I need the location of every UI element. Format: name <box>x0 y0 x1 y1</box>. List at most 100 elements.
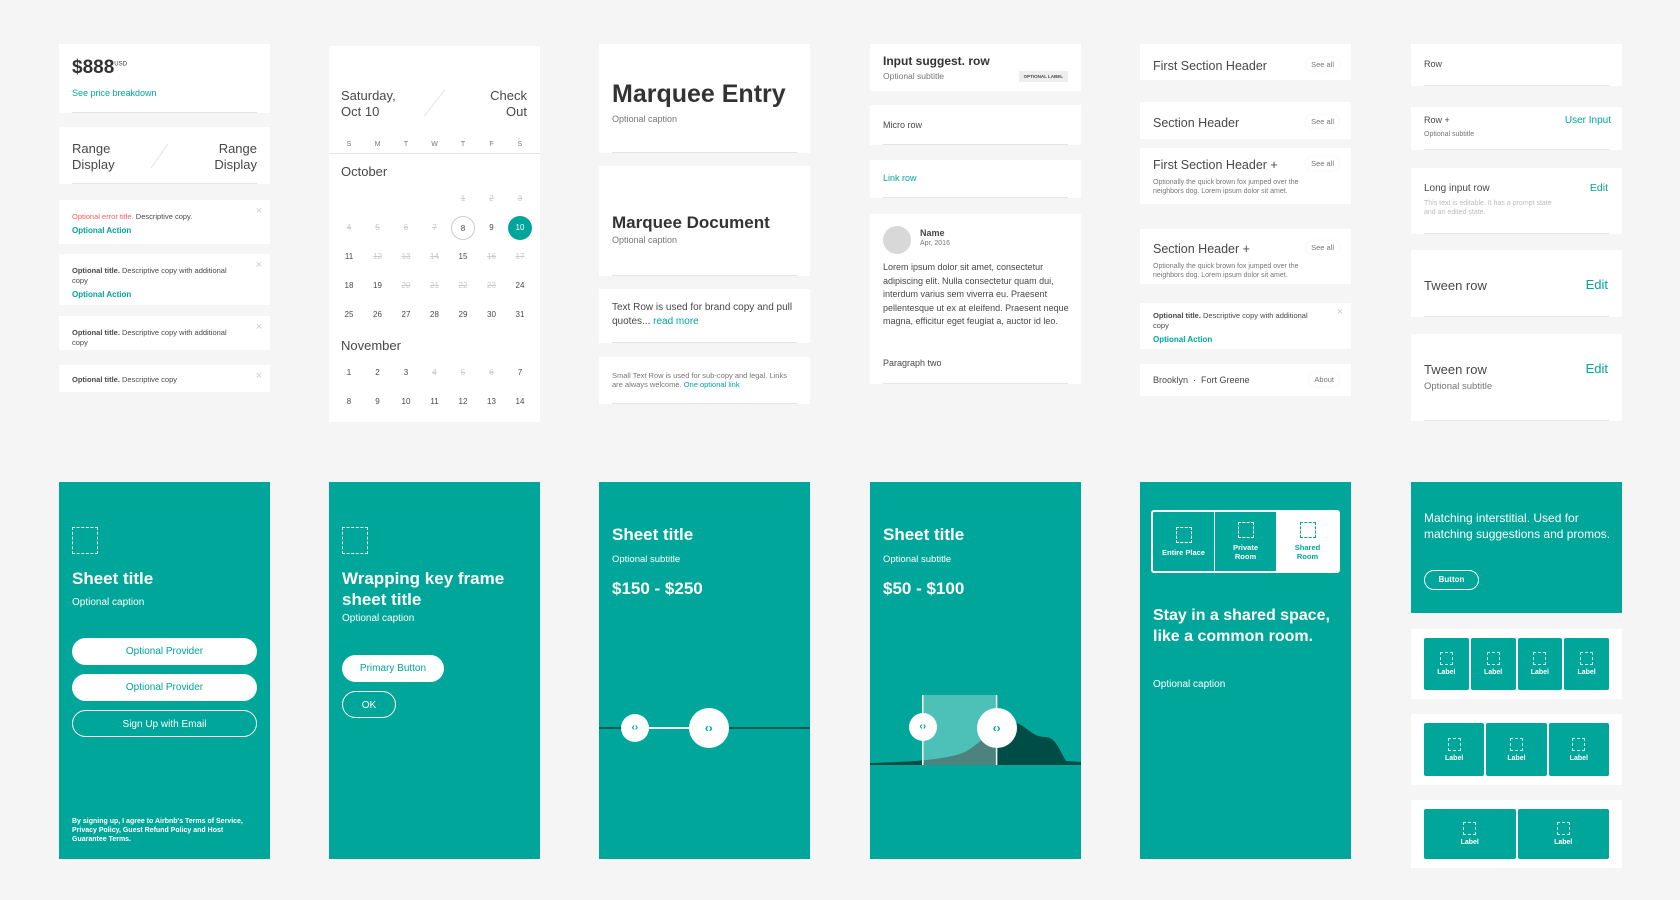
section-header-title: First Section Header + <box>1153 158 1278 172</box>
tween-row-subtitle[interactable]: Tween row Optional subtitle Edit <box>1411 334 1622 421</box>
see-all-button[interactable]: See all <box>1306 241 1339 254</box>
calendar-day[interactable]: 8 <box>451 216 475 240</box>
calendar-day[interactable]: 10 <box>394 390 418 414</box>
ok-button[interactable]: OK <box>342 691 396 718</box>
option-label: Shared Room <box>1294 543 1321 561</box>
calendar-day[interactable]: 27 <box>394 303 418 327</box>
calendar-day[interactable]: 18 <box>337 274 361 298</box>
close-icon[interactable]: × <box>256 322 262 333</box>
tile-label: Label <box>1530 669 1550 676</box>
matching-interstitial: Matching interstitial. Used for matching… <box>1411 482 1622 613</box>
tile[interactable]: Label <box>1517 638 1563 690</box>
read-more-link[interactable]: read more <box>653 316 699 327</box>
link-row[interactable]: Link row <box>870 160 1081 198</box>
tile[interactable]: Label <box>1470 638 1516 690</box>
selected-day[interactable]: 10 <box>508 216 532 240</box>
sheet-subtitle: Optional subtitle <box>612 554 681 565</box>
optional-provider-button[interactable]: Optional Provider <box>72 638 257 665</box>
option-shared-room[interactable]: Shared Room <box>1277 512 1338 571</box>
calendar-day[interactable]: 12 <box>451 390 475 414</box>
see-all-button[interactable]: See all <box>1306 157 1339 170</box>
range-end[interactable]: Range Display <box>214 141 257 173</box>
calendar-day[interactable]: 2 <box>366 361 390 385</box>
calendar-day[interactable]: 9 <box>366 390 390 414</box>
calendar-day[interactable]: 24 <box>508 274 532 298</box>
alert-action[interactable]: Optional Action <box>1153 335 1338 345</box>
alert-action[interactable]: Optional Action <box>72 226 257 236</box>
tile[interactable]: Label <box>1424 723 1485 776</box>
primary-button[interactable]: Primary Button <box>342 655 444 682</box>
optional-link[interactable]: One optional link <box>684 380 740 389</box>
calendar-day[interactable]: 26 <box>366 303 390 327</box>
interstitial-button[interactable]: Button <box>1424 570 1479 590</box>
about-button[interactable]: About <box>1309 373 1339 386</box>
slider-handle-min[interactable]: ‹› <box>620 714 649 742</box>
slider-handle-max[interactable]: ‹› <box>688 708 729 748</box>
close-icon[interactable]: × <box>256 206 262 217</box>
week-row: 1 2 3 <box>329 187 540 211</box>
check-out-date[interactable]: Check Out <box>490 88 527 120</box>
marquee-document-title: Marquee Document <box>612 213 770 232</box>
sheet-headline: Stay in a shared space, like a common ro… <box>1153 607 1330 645</box>
first-section-header: First Section Header See all <box>1140 44 1351 80</box>
tween-row[interactable]: Tween row Edit <box>1411 250 1622 317</box>
tile[interactable]: Label <box>1517 809 1609 859</box>
calendar-day[interactable]: 15 <box>451 245 475 269</box>
edit-button[interactable]: Edit <box>1590 182 1608 194</box>
see-all-button[interactable]: See all <box>1306 58 1339 71</box>
calendar-day[interactable]: 13 <box>480 390 504 414</box>
error-alert: Optional error title. Descriptive copy. … <box>59 200 270 244</box>
calendar-day[interactable]: 9 <box>480 216 504 240</box>
calendar-day[interactable]: 11 <box>423 390 447 414</box>
close-icon[interactable]: × <box>256 371 262 382</box>
check-in-date[interactable]: Saturday, Oct 10 <box>341 88 396 120</box>
calendar-day: 1 <box>460 194 466 203</box>
slider-handle-min[interactable]: ‹› <box>908 713 937 741</box>
close-icon[interactable]: × <box>256 260 262 271</box>
input-suggest-row[interactable]: Input suggest. row Optional subtitle OPT… <box>870 44 1081 91</box>
option-entire-place[interactable]: Entire Place <box>1153 512 1215 571</box>
close-icon[interactable]: × <box>1337 307 1343 318</box>
alert-title: Optional title. <box>72 375 120 384</box>
row[interactable]: Row <box>1411 44 1622 86</box>
micro-row[interactable]: Micro row <box>870 105 1081 145</box>
calendar-day[interactable]: 1 <box>337 361 361 385</box>
user-input-value[interactable]: User Input <box>1565 115 1611 126</box>
optional-provider-button[interactable]: Optional Provider <box>72 674 257 701</box>
edit-button[interactable]: Edit <box>1586 277 1608 292</box>
marquee-entry-title: Marquee Entry <box>612 80 786 108</box>
sign-up-email-button[interactable]: Sign Up with Email <box>72 710 257 737</box>
calendar-day[interactable]: 25 <box>337 303 361 327</box>
calendar-day[interactable]: 7 <box>508 361 532 385</box>
optional-label-badge: OPTIONAL LABEL <box>1018 71 1068 82</box>
tile[interactable]: Label <box>1424 638 1469 690</box>
tile[interactable]: Label <box>1424 809 1516 859</box>
calendar-day[interactable]: 14 <box>508 390 532 414</box>
edit-button[interactable]: Edit <box>1586 361 1608 376</box>
option-private-room[interactable]: Private Room <box>1215 512 1277 571</box>
week-row: 18 19 20 21 22 23 24 <box>329 274 540 298</box>
calendar-day[interactable]: 31 <box>508 303 532 327</box>
calendar-day[interactable]: 11 <box>337 245 361 269</box>
wrapping-sheet: Wrapping key frame sheet title Optional … <box>329 482 540 859</box>
calendar-day: 12 <box>373 252 382 261</box>
calendar-day[interactable]: 28 <box>423 303 447 327</box>
tile[interactable]: Label <box>1486 723 1547 776</box>
long-input-text[interactable]: This text is editable. It has a prompt s… <box>1424 199 1554 217</box>
calendar-day[interactable]: 19 <box>366 274 390 298</box>
slider-handle-max[interactable]: ‹› <box>976 708 1017 748</box>
price-breakdown-link[interactable]: See price breakdown <box>72 88 157 98</box>
long-input-row[interactable]: Long input row This text is editable. It… <box>1411 168 1622 234</box>
alert-action[interactable]: Optional Action <box>72 290 257 300</box>
calendar-day[interactable]: 8 <box>337 390 361 414</box>
tile[interactable]: Label <box>1548 723 1609 776</box>
calendar-day[interactable]: 30 <box>480 303 504 327</box>
tile[interactable]: Label <box>1564 638 1609 690</box>
currency: USD <box>114 61 127 68</box>
week-row: 4 5 6 7 8 9 10 <box>329 216 540 240</box>
calendar-day[interactable]: 3 <box>394 361 418 385</box>
calendar-day[interactable]: 29 <box>451 303 475 327</box>
see-all-button[interactable]: See all <box>1306 115 1339 128</box>
range-start[interactable]: Range Display <box>72 141 115 173</box>
row-plus[interactable]: Row + Optional subtitle User Input <box>1411 107 1622 150</box>
